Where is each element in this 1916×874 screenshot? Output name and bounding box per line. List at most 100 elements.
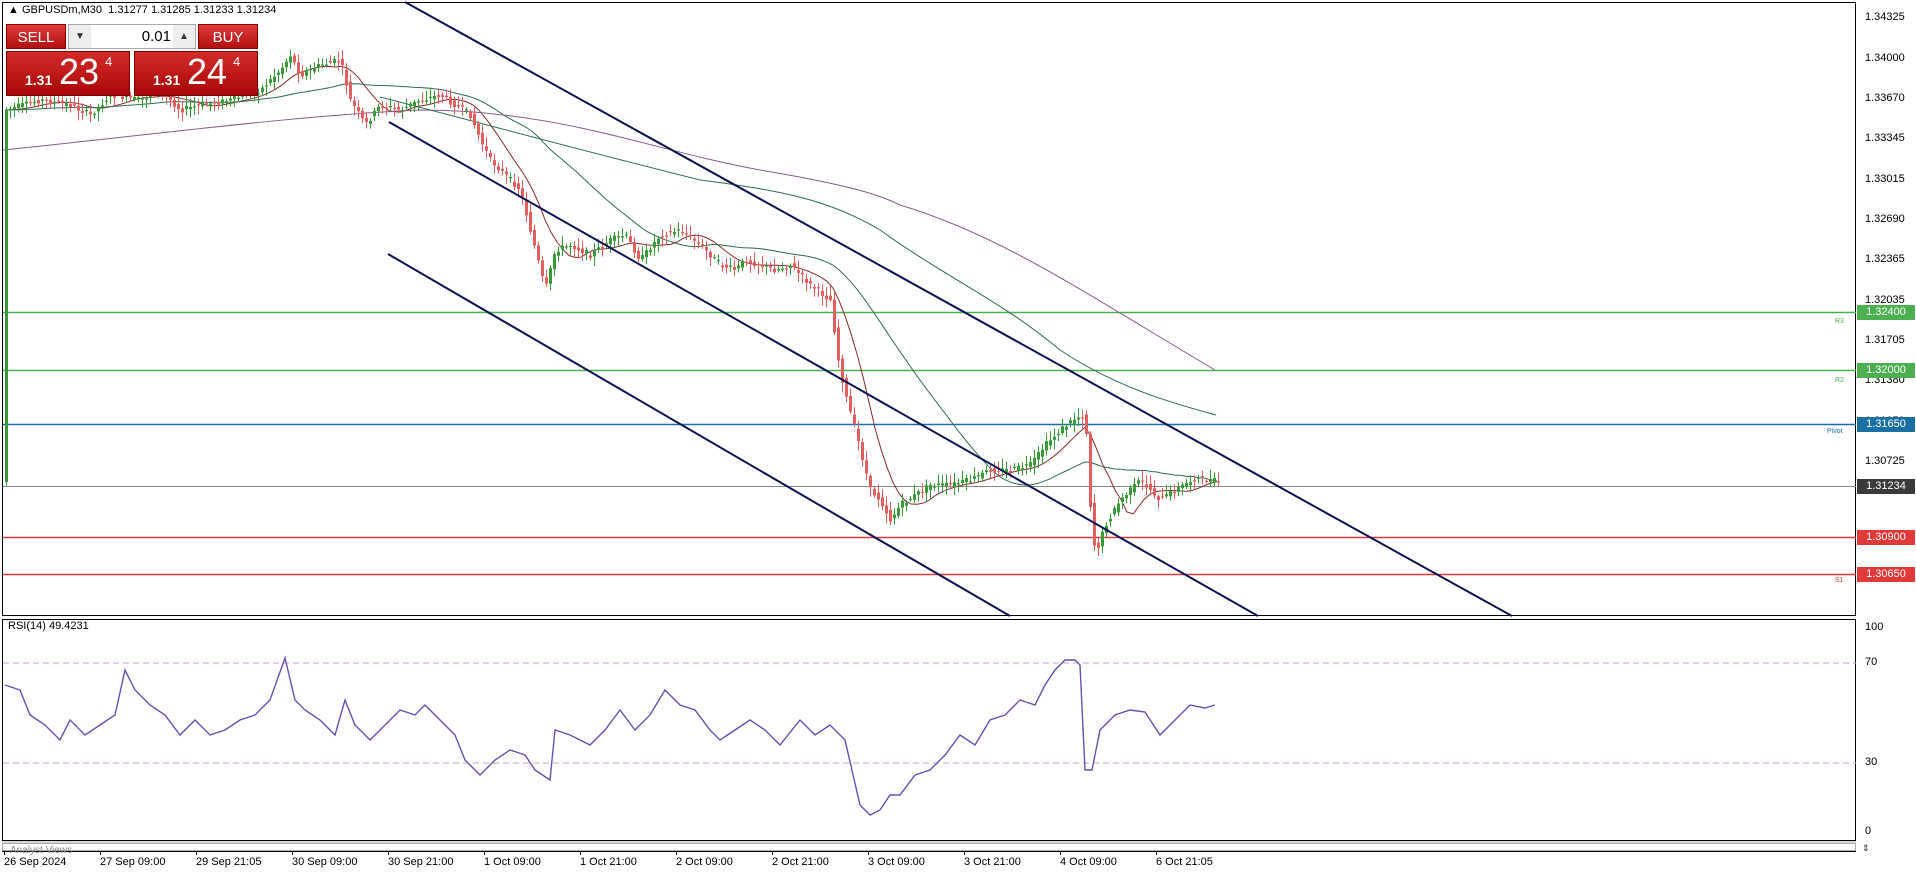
candle-body — [1137, 480, 1140, 484]
candle-body — [1145, 484, 1148, 488]
candle-body — [409, 103, 412, 107]
candle-body — [473, 113, 476, 126]
candle-body — [917, 491, 920, 495]
candle-body — [677, 229, 680, 231]
candle-body — [1033, 457, 1036, 466]
candle-body — [381, 106, 384, 108]
candle-body — [533, 229, 536, 246]
sell-price-box[interactable]: 1.31 23 4 — [6, 51, 130, 96]
candle-body — [557, 251, 560, 256]
candle-body — [337, 61, 340, 63]
candle-body — [313, 68, 316, 72]
candle-body — [397, 106, 400, 110]
candle-body — [405, 106, 408, 108]
candle-body — [1161, 496, 1164, 498]
candle-body — [769, 265, 772, 268]
time-axis-tick — [196, 851, 197, 855]
candle-body — [601, 247, 604, 249]
candle-body — [761, 265, 764, 268]
candle-body — [393, 108, 396, 110]
buy-button[interactable]: BUY — [198, 24, 258, 49]
time-axis-label: 3 Oct 21:00 — [964, 856, 1021, 868]
candle-body — [321, 64, 324, 66]
candle-body — [353, 100, 356, 106]
ma-fast-line — [4, 65, 1218, 515]
candle-body — [261, 87, 264, 93]
candle-body — [1121, 497, 1124, 503]
candle-body — [61, 100, 64, 104]
candle-body — [821, 290, 824, 296]
candle-body — [1069, 420, 1072, 424]
candle-body — [421, 100, 424, 102]
candle-body — [1193, 480, 1196, 482]
candle-body — [1181, 484, 1184, 489]
candle-body — [941, 483, 944, 486]
sell-button[interactable]: SELL — [6, 24, 66, 49]
candle-body — [977, 475, 980, 477]
sell-price-big: 23 — [59, 51, 100, 92]
candle-body — [433, 95, 436, 100]
candle-body — [693, 238, 696, 241]
buy-price-box[interactable]: 1.31 24 4 — [134, 51, 258, 96]
candle-body — [1077, 417, 1080, 420]
analyst-views-panel[interactable] — [2, 843, 1856, 851]
panel-toggle-icon[interactable]: ⇕ — [1862, 843, 1870, 854]
candle-body — [1085, 414, 1088, 434]
candle-body — [517, 183, 520, 190]
candle-body — [1217, 481, 1220, 483]
candle-body — [637, 250, 640, 259]
candle-body — [937, 483, 940, 486]
candle-body — [269, 79, 272, 83]
candle-body — [837, 327, 840, 361]
candle-body — [981, 472, 984, 479]
candle-body — [1009, 470, 1012, 473]
candle-body — [1201, 475, 1204, 478]
candle-body — [25, 101, 28, 104]
candle-body — [945, 482, 948, 487]
candle-body — [309, 69, 312, 71]
candle-body — [105, 100, 108, 102]
time-axis-label: 2 Oct 21:00 — [772, 856, 829, 868]
candle-body — [889, 509, 892, 522]
candle-body — [725, 264, 728, 268]
candle-body — [909, 498, 912, 501]
candle-body — [617, 236, 620, 238]
candle-body — [701, 244, 704, 246]
sell-price-prefix: 1.31 — [25, 72, 53, 88]
candle-body — [1157, 496, 1160, 501]
lot-decrease-icon[interactable]: ▼ — [69, 25, 91, 48]
lot-increase-icon[interactable]: ▲ — [173, 25, 195, 48]
candle-body — [721, 265, 724, 268]
lot-size-value[interactable]: 0.01 — [93, 25, 171, 48]
candle-body — [1101, 531, 1104, 547]
lot-size-input[interactable]: ▼ 0.01 ▲ — [68, 24, 196, 49]
symbol-header: ▲ GBPUSDm,M30 1.31277 1.31285 1.31233 1.… — [8, 4, 276, 16]
candle-body — [877, 492, 880, 500]
price-axis-label: 1.32365 — [1865, 253, 1905, 265]
candle-body — [453, 100, 456, 108]
candle-body — [73, 103, 76, 106]
rsi-panel-frame — [2, 619, 1856, 841]
candle-body — [1113, 508, 1116, 515]
candle-body — [897, 507, 900, 516]
candle-body — [689, 234, 692, 237]
price-axis-label: 1.34000 — [1865, 52, 1905, 64]
time-axis-label: 27 Sep 09:00 — [100, 856, 166, 868]
chart-canvas[interactable] — [0, 0, 1916, 874]
candle-body — [573, 246, 576, 250]
candle-body — [205, 103, 208, 105]
candle-body — [97, 106, 100, 112]
candle-body — [561, 245, 564, 250]
candle-body — [853, 414, 856, 424]
candle-body — [429, 96, 432, 99]
collapse-triangle-icon[interactable]: ▲ — [8, 4, 19, 16]
candle-body — [69, 104, 72, 108]
candle-body — [589, 255, 592, 258]
candle-body — [849, 396, 852, 412]
candle-body — [529, 211, 532, 232]
candle-body — [1057, 433, 1060, 436]
price-axis-label: 1.32690 — [1865, 213, 1905, 225]
candle-body — [425, 100, 428, 102]
candle-body — [1189, 482, 1192, 486]
analyst-views-label[interactable]: Analyst Views — [10, 845, 72, 856]
